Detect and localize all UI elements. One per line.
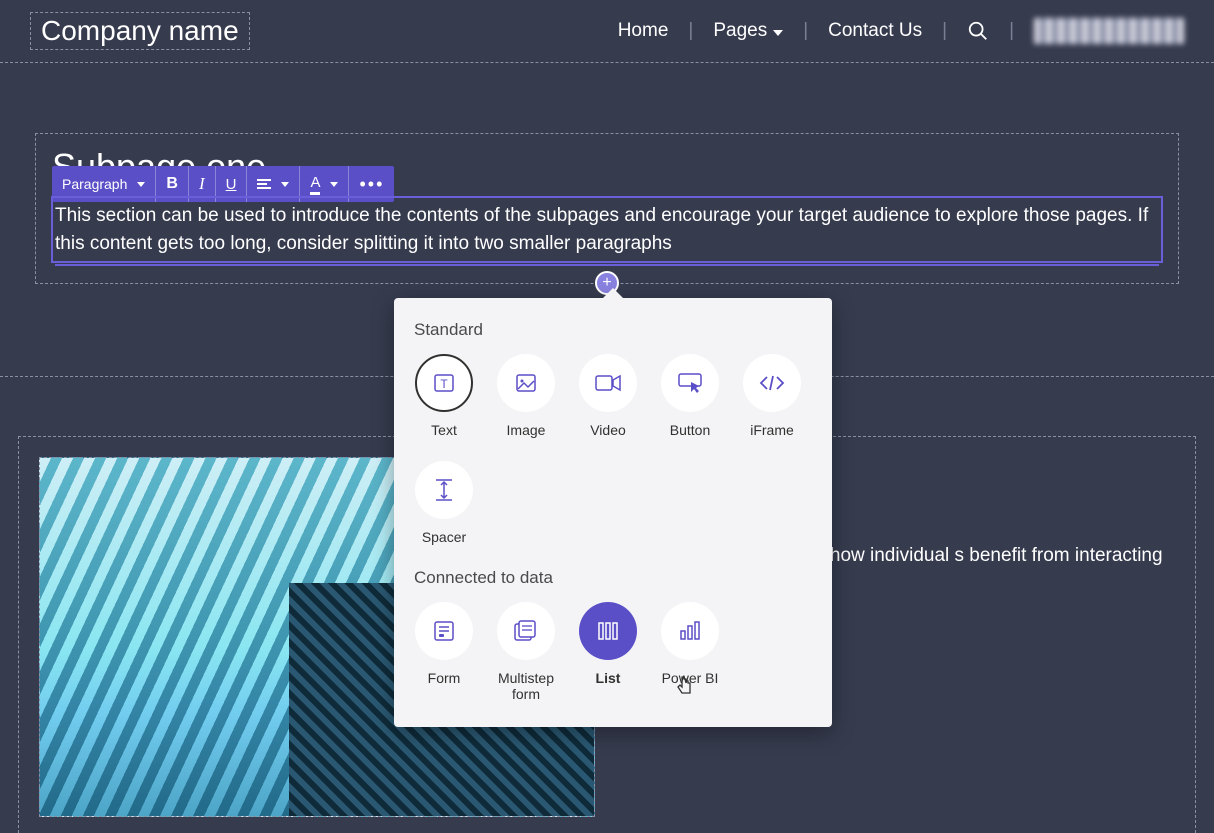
component-multistep-label: Multistep form [496,670,556,704]
multistep-form-icon [497,602,555,660]
component-text[interactable]: T Text [414,354,474,439]
component-form-label: Form [428,670,461,687]
powerbi-icon [661,602,719,660]
site-header: Company name Home | Pages | Contact Us |… [0,0,1214,63]
video-icon [579,354,637,412]
hero-body-text-input[interactable]: This section can be used to introduce th… [51,196,1163,263]
user-identity-blurred [1034,18,1184,44]
component-list[interactable]: List [578,602,638,704]
nav-separator: | [688,20,693,42]
component-iframe-label: iFrame [750,422,794,439]
spacer-icon [415,461,473,519]
component-picker-popup: Standard T Text Image Video Button [394,298,832,727]
chevron-down-icon [773,30,783,36]
popup-section-standard-title: Standard [414,320,812,340]
nav-separator: | [942,20,947,42]
nav-separator: | [1009,20,1014,42]
component-spacer[interactable]: Spacer [414,461,474,546]
component-multistep-form[interactable]: Multistep form [496,602,556,704]
paragraph-style-label: Paragraph [62,176,127,192]
component-iframe[interactable]: iFrame [742,354,802,439]
popup-section-data-title: Connected to data [414,568,812,588]
nav-home[interactable]: Home [618,20,669,42]
component-list-label: List [596,670,621,687]
hero-section[interactable]: Subpage one Paragraph B I U A ••• This s… [35,133,1179,284]
brand-name[interactable]: Company name [30,12,250,50]
chevron-down-icon [330,182,338,187]
component-form[interactable]: Form [414,602,474,704]
button-icon [661,354,719,412]
svg-text:T: T [440,377,448,391]
search-icon [967,20,989,42]
component-spacer-label: Spacer [422,529,466,546]
iframe-icon [743,354,801,412]
chevron-down-icon [281,182,289,187]
nav-pages[interactable]: Pages [713,20,783,42]
nav-pages-label: Pages [713,20,767,42]
component-button[interactable]: Button [660,354,720,439]
chevron-down-icon [137,182,145,187]
main-nav: Home | Pages | Contact Us | | [618,18,1184,44]
form-icon [415,602,473,660]
align-icon [257,179,271,189]
image-icon [497,354,555,412]
text-icon: T [415,354,473,412]
nav-separator: | [803,20,808,42]
component-image[interactable]: Image [496,354,556,439]
list-icon [579,602,637,660]
component-text-label: Text [431,422,457,439]
component-image-label: Image [507,422,546,439]
search-button[interactable] [967,20,989,42]
component-video-label: Video [590,422,626,439]
cursor-pointer-icon [676,675,694,695]
nav-contact[interactable]: Contact Us [828,20,922,42]
component-button-label: Button [670,422,710,439]
component-video[interactable]: Video [578,354,638,439]
